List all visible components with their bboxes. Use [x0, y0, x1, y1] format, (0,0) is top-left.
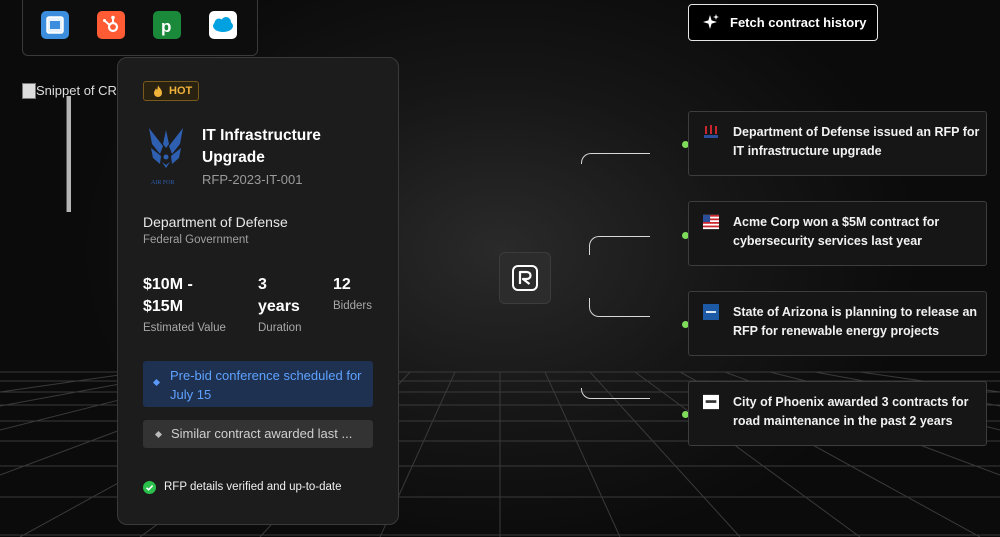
hot-badge: HOT	[143, 81, 199, 101]
flame-icon	[154, 85, 162, 97]
connector-line	[581, 153, 650, 164]
diamond-icon	[152, 378, 161, 387]
connector-line	[589, 298, 650, 317]
hubspot-icon[interactable]	[97, 11, 125, 39]
fetch-button-label: Fetch contract history	[730, 15, 867, 30]
broken-image-icon	[22, 83, 36, 99]
rfp-id: RFP-2023-IT-001	[202, 172, 303, 187]
similar-contract-text: Similar contract awarded last ...	[171, 426, 353, 441]
duration-line2: years	[258, 298, 300, 315]
similar-contract-item[interactable]: Similar contract awarded last ...	[143, 420, 373, 448]
r-logo	[499, 252, 551, 304]
insight-card[interactable]: Acme Corp won a $5M contract for cyberse…	[688, 201, 987, 266]
insight-text: Acme Corp won a $5M contract for cyberse…	[733, 215, 940, 248]
pipedrive-icon[interactable]: p	[153, 11, 181, 39]
duration-label: Duration	[258, 322, 302, 334]
air-force-logo-icon: AIR FOR	[149, 128, 183, 186]
rfp-title: IT Infrastructure Upgrade	[202, 127, 321, 166]
sparkle-icon	[703, 14, 719, 29]
insight-text: State of Arizona is planning to release …	[733, 305, 978, 338]
fetch-contract-history-button[interactable]: Fetch contract history	[688, 4, 878, 41]
estimated-value-line2: $15M	[143, 298, 184, 315]
salesforce-icon[interactable]	[209, 11, 237, 39]
prebid-notice[interactable]: Pre-bid conference scheduled for July 15	[143, 361, 373, 407]
rfp-card[interactable]: HOT AIR FOR IT Infrastructure Upgrade RF…	[117, 57, 399, 525]
bidders-label: Bidders	[333, 300, 372, 312]
hot-badge-label: HOT	[169, 85, 193, 97]
bidders-count: 12	[333, 276, 351, 293]
r-logo-icon	[512, 265, 538, 291]
insight-card[interactable]: State of Arizona is planning to release …	[688, 291, 987, 356]
estimated-value-label: Estimated Value	[143, 322, 226, 334]
check-circle-icon	[143, 481, 156, 494]
department-type: Federal Government	[143, 234, 249, 246]
insight-text: City of Phoenix awarded 3 contracts for …	[733, 395, 969, 428]
vertical-scroll-line	[66, 96, 71, 212]
prebid-notice-text: Pre-bid conference scheduled for July 15	[170, 368, 362, 402]
department-name: Department of Defense	[143, 214, 288, 230]
insight-card[interactable]: Department of Defense issued an RFP for …	[688, 111, 987, 176]
connector-line	[581, 388, 650, 399]
snippet-image-alt: Snippet of CRM	[36, 83, 118, 98]
tv-app-icon[interactable]	[41, 11, 69, 39]
insight-text: Department of Defense issued an RFP for …	[733, 125, 980, 158]
connector-line	[589, 236, 650, 255]
verified-text: RFP details verified and up-to-date	[164, 481, 342, 493]
svg-text:p: p	[161, 17, 171, 36]
arizona-logo-icon	[703, 304, 719, 320]
estimated-value-line1: $10M -	[143, 276, 193, 293]
integrations-strip: p	[22, 0, 258, 56]
agency-logo-text: AIR FOR	[151, 180, 175, 186]
duration-line1: 3	[258, 276, 267, 293]
phoenix-logo-icon	[703, 394, 719, 410]
us-flag-icon	[703, 214, 719, 230]
dod-seal-icon	[704, 125, 718, 138]
diamond-icon	[154, 430, 163, 439]
insight-card[interactable]: City of Phoenix awarded 3 contracts for …	[688, 381, 987, 446]
